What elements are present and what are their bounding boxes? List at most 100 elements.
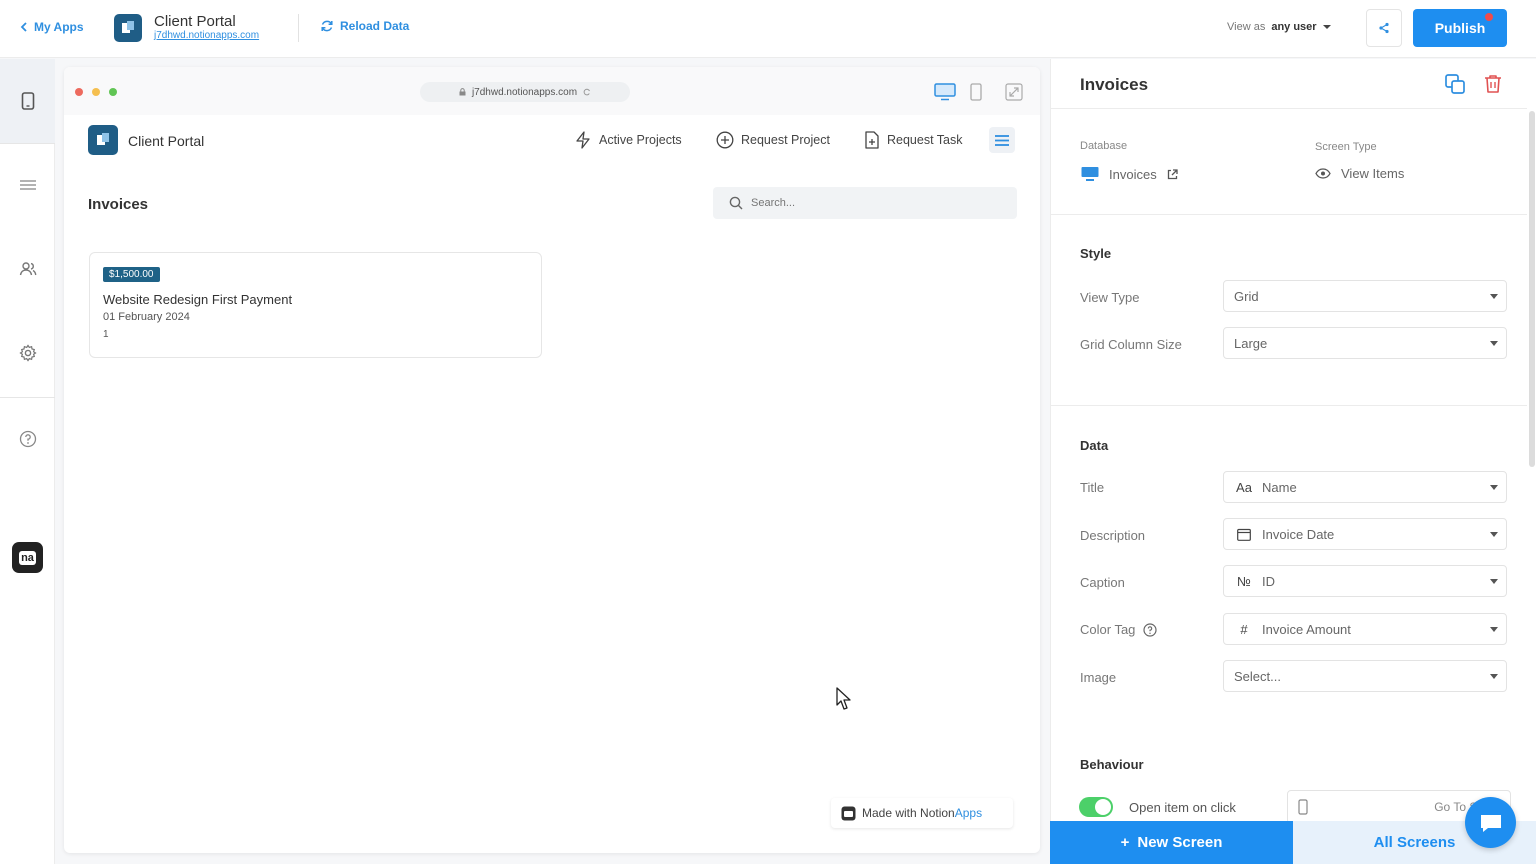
browser-url-text: j7dhwd.notionapps.com bbox=[471, 86, 578, 98]
hamburger-menu-button[interactable] bbox=[989, 127, 1015, 153]
desktop-icon bbox=[1081, 167, 1099, 181]
refresh-icon bbox=[321, 20, 333, 32]
card-description: 01 February 2024 bbox=[103, 311, 190, 323]
search-icon bbox=[729, 196, 743, 210]
title-field-value: Name bbox=[1262, 479, 1297, 495]
info-icon[interactable] bbox=[1143, 622, 1158, 637]
reload-data-button[interactable]: Reload Data bbox=[320, 19, 409, 33]
caption-field-select[interactable]: № ID bbox=[1223, 565, 1507, 597]
view-type-select[interactable]: Grid bbox=[1223, 280, 1507, 312]
style-heading: Style bbox=[1080, 246, 1112, 261]
caret-down-icon bbox=[1490, 579, 1498, 584]
nav-request-project[interactable]: Request Project bbox=[716, 131, 830, 149]
bottom-bar: + New Screen All Screens bbox=[1050, 821, 1536, 864]
top-bar: My Apps Client Portal j7dhwd.notionapps.… bbox=[0, 0, 1536, 58]
screen-type-value-wrap: View Items bbox=[1315, 166, 1404, 181]
window-close-dot bbox=[75, 88, 83, 96]
reload-data-label: Reload Data bbox=[340, 19, 410, 33]
view-type-label: View Type bbox=[1080, 290, 1140, 305]
users-icon bbox=[19, 262, 36, 276]
grid-column-size-value: Large bbox=[1234, 335, 1268, 351]
panel-divider bbox=[1051, 214, 1527, 215]
open-item-toggle[interactable] bbox=[1079, 797, 1113, 817]
chat-support-button[interactable] bbox=[1465, 797, 1516, 848]
screen-type-label: Screen Type bbox=[1315, 141, 1377, 153]
caret-down-icon bbox=[1322, 25, 1331, 29]
external-link-icon bbox=[1167, 168, 1178, 179]
nav-active-projects[interactable]: Active Projects bbox=[574, 131, 682, 149]
sidebar-item-settings[interactable] bbox=[0, 311, 55, 395]
calendar-icon bbox=[1234, 528, 1254, 541]
database-value: Invoices bbox=[1109, 166, 1157, 182]
fullscreen-button[interactable] bbox=[1002, 81, 1026, 103]
panel-title: Invoices bbox=[1080, 75, 1149, 94]
app-url-link[interactable]: j7dhwd.notionapps.com bbox=[154, 30, 259, 41]
left-sidebar: na bbox=[0, 59, 55, 864]
site-title[interactable]: Client Portal bbox=[128, 133, 204, 149]
color-tag-field-value: Invoice Amount bbox=[1262, 621, 1351, 637]
publish-button[interactable]: Publish bbox=[1413, 9, 1507, 47]
help-icon bbox=[19, 430, 36, 448]
delete-button[interactable] bbox=[1481, 72, 1505, 96]
sidebar-item-help[interactable] bbox=[0, 397, 55, 481]
database-link[interactable]: Invoices bbox=[1081, 166, 1178, 182]
made-with-accent: Apps bbox=[954, 806, 983, 820]
app-preview: j7dhwd.notionapps.com Client Portal Acti… bbox=[64, 67, 1040, 853]
sidebar-item-screens[interactable] bbox=[0, 59, 55, 143]
view-as-prefix: View as bbox=[1227, 21, 1266, 33]
nav-label: Active Projects bbox=[599, 133, 682, 147]
data-heading: Data bbox=[1080, 438, 1109, 453]
color-tag-label: Color Tag bbox=[1080, 622, 1136, 637]
caret-down-icon bbox=[1490, 674, 1498, 679]
chat-icon bbox=[1480, 814, 1501, 832]
caret-down-icon bbox=[1490, 294, 1498, 299]
sidebar-item-menu[interactable] bbox=[0, 143, 55, 227]
image-field-label: Image bbox=[1080, 670, 1117, 685]
trash-icon bbox=[1485, 75, 1501, 93]
mobile-view-button[interactable] bbox=[964, 81, 988, 103]
color-tag-field-select[interactable]: # Invoice Amount bbox=[1223, 613, 1507, 645]
made-with-notionapps-badge[interactable]: Made with NotionApps bbox=[831, 798, 1013, 828]
panel-divider bbox=[1051, 405, 1527, 406]
title-field-select[interactable]: Aa Name bbox=[1223, 471, 1507, 503]
screen-type-value: View Items bbox=[1341, 166, 1405, 181]
new-screen-button[interactable]: + New Screen bbox=[1050, 821, 1293, 864]
duplicate-button[interactable] bbox=[1443, 72, 1467, 96]
search-box[interactable] bbox=[713, 187, 1017, 219]
made-with-text: Made with Notion bbox=[862, 806, 955, 820]
my-apps-link[interactable]: My Apps bbox=[20, 20, 84, 34]
card-title: Website Redesign First Payment bbox=[103, 292, 293, 307]
mobile-device-icon bbox=[970, 83, 982, 101]
description-field-value: Invoice Date bbox=[1262, 526, 1335, 542]
amount-tag: $1,500.00 bbox=[103, 267, 160, 282]
caption-field-label: Caption bbox=[1080, 575, 1125, 590]
sidebar-item-users[interactable] bbox=[0, 227, 55, 311]
window-minimize-dot bbox=[92, 88, 100, 96]
plus-circle-icon bbox=[716, 131, 734, 149]
grid-column-size-select[interactable]: Large bbox=[1223, 327, 1507, 359]
notification-badge bbox=[1485, 13, 1493, 21]
panel-scrollbar[interactable] bbox=[1529, 111, 1535, 467]
behaviour-heading: Behaviour bbox=[1080, 757, 1144, 772]
search-input[interactable] bbox=[751, 197, 991, 209]
browser-url-bar: j7dhwd.notionapps.com bbox=[420, 82, 630, 102]
browser-bar: j7dhwd.notionapps.com bbox=[64, 67, 1040, 115]
site-logo-icon[interactable] bbox=[88, 125, 118, 155]
mobile-device-icon bbox=[1298, 799, 1308, 815]
divider bbox=[298, 14, 299, 42]
nav-request-task[interactable]: Request Task bbox=[864, 131, 963, 149]
mouse-cursor-icon bbox=[836, 687, 852, 711]
caret-down-icon bbox=[1490, 341, 1498, 346]
share-button[interactable] bbox=[1366, 9, 1402, 47]
description-field-label: Description bbox=[1080, 528, 1146, 543]
desktop-view-button[interactable] bbox=[933, 81, 957, 103]
window-maximize-dot bbox=[109, 88, 117, 96]
notionapps-logo-icon[interactable]: na bbox=[12, 542, 43, 573]
image-field-select[interactable]: Select... bbox=[1223, 660, 1507, 692]
open-item-label: Open item on click bbox=[1129, 800, 1236, 815]
color-tag-label-wrap: Color Tag bbox=[1080, 622, 1158, 637]
caret-down-icon bbox=[1490, 627, 1498, 632]
description-field-select[interactable]: Invoice Date bbox=[1223, 518, 1507, 550]
invoice-card[interactable]: $1,500.00 Website Redesign First Payment… bbox=[89, 252, 542, 358]
view-as-dropdown[interactable]: View as any user bbox=[1227, 21, 1331, 33]
